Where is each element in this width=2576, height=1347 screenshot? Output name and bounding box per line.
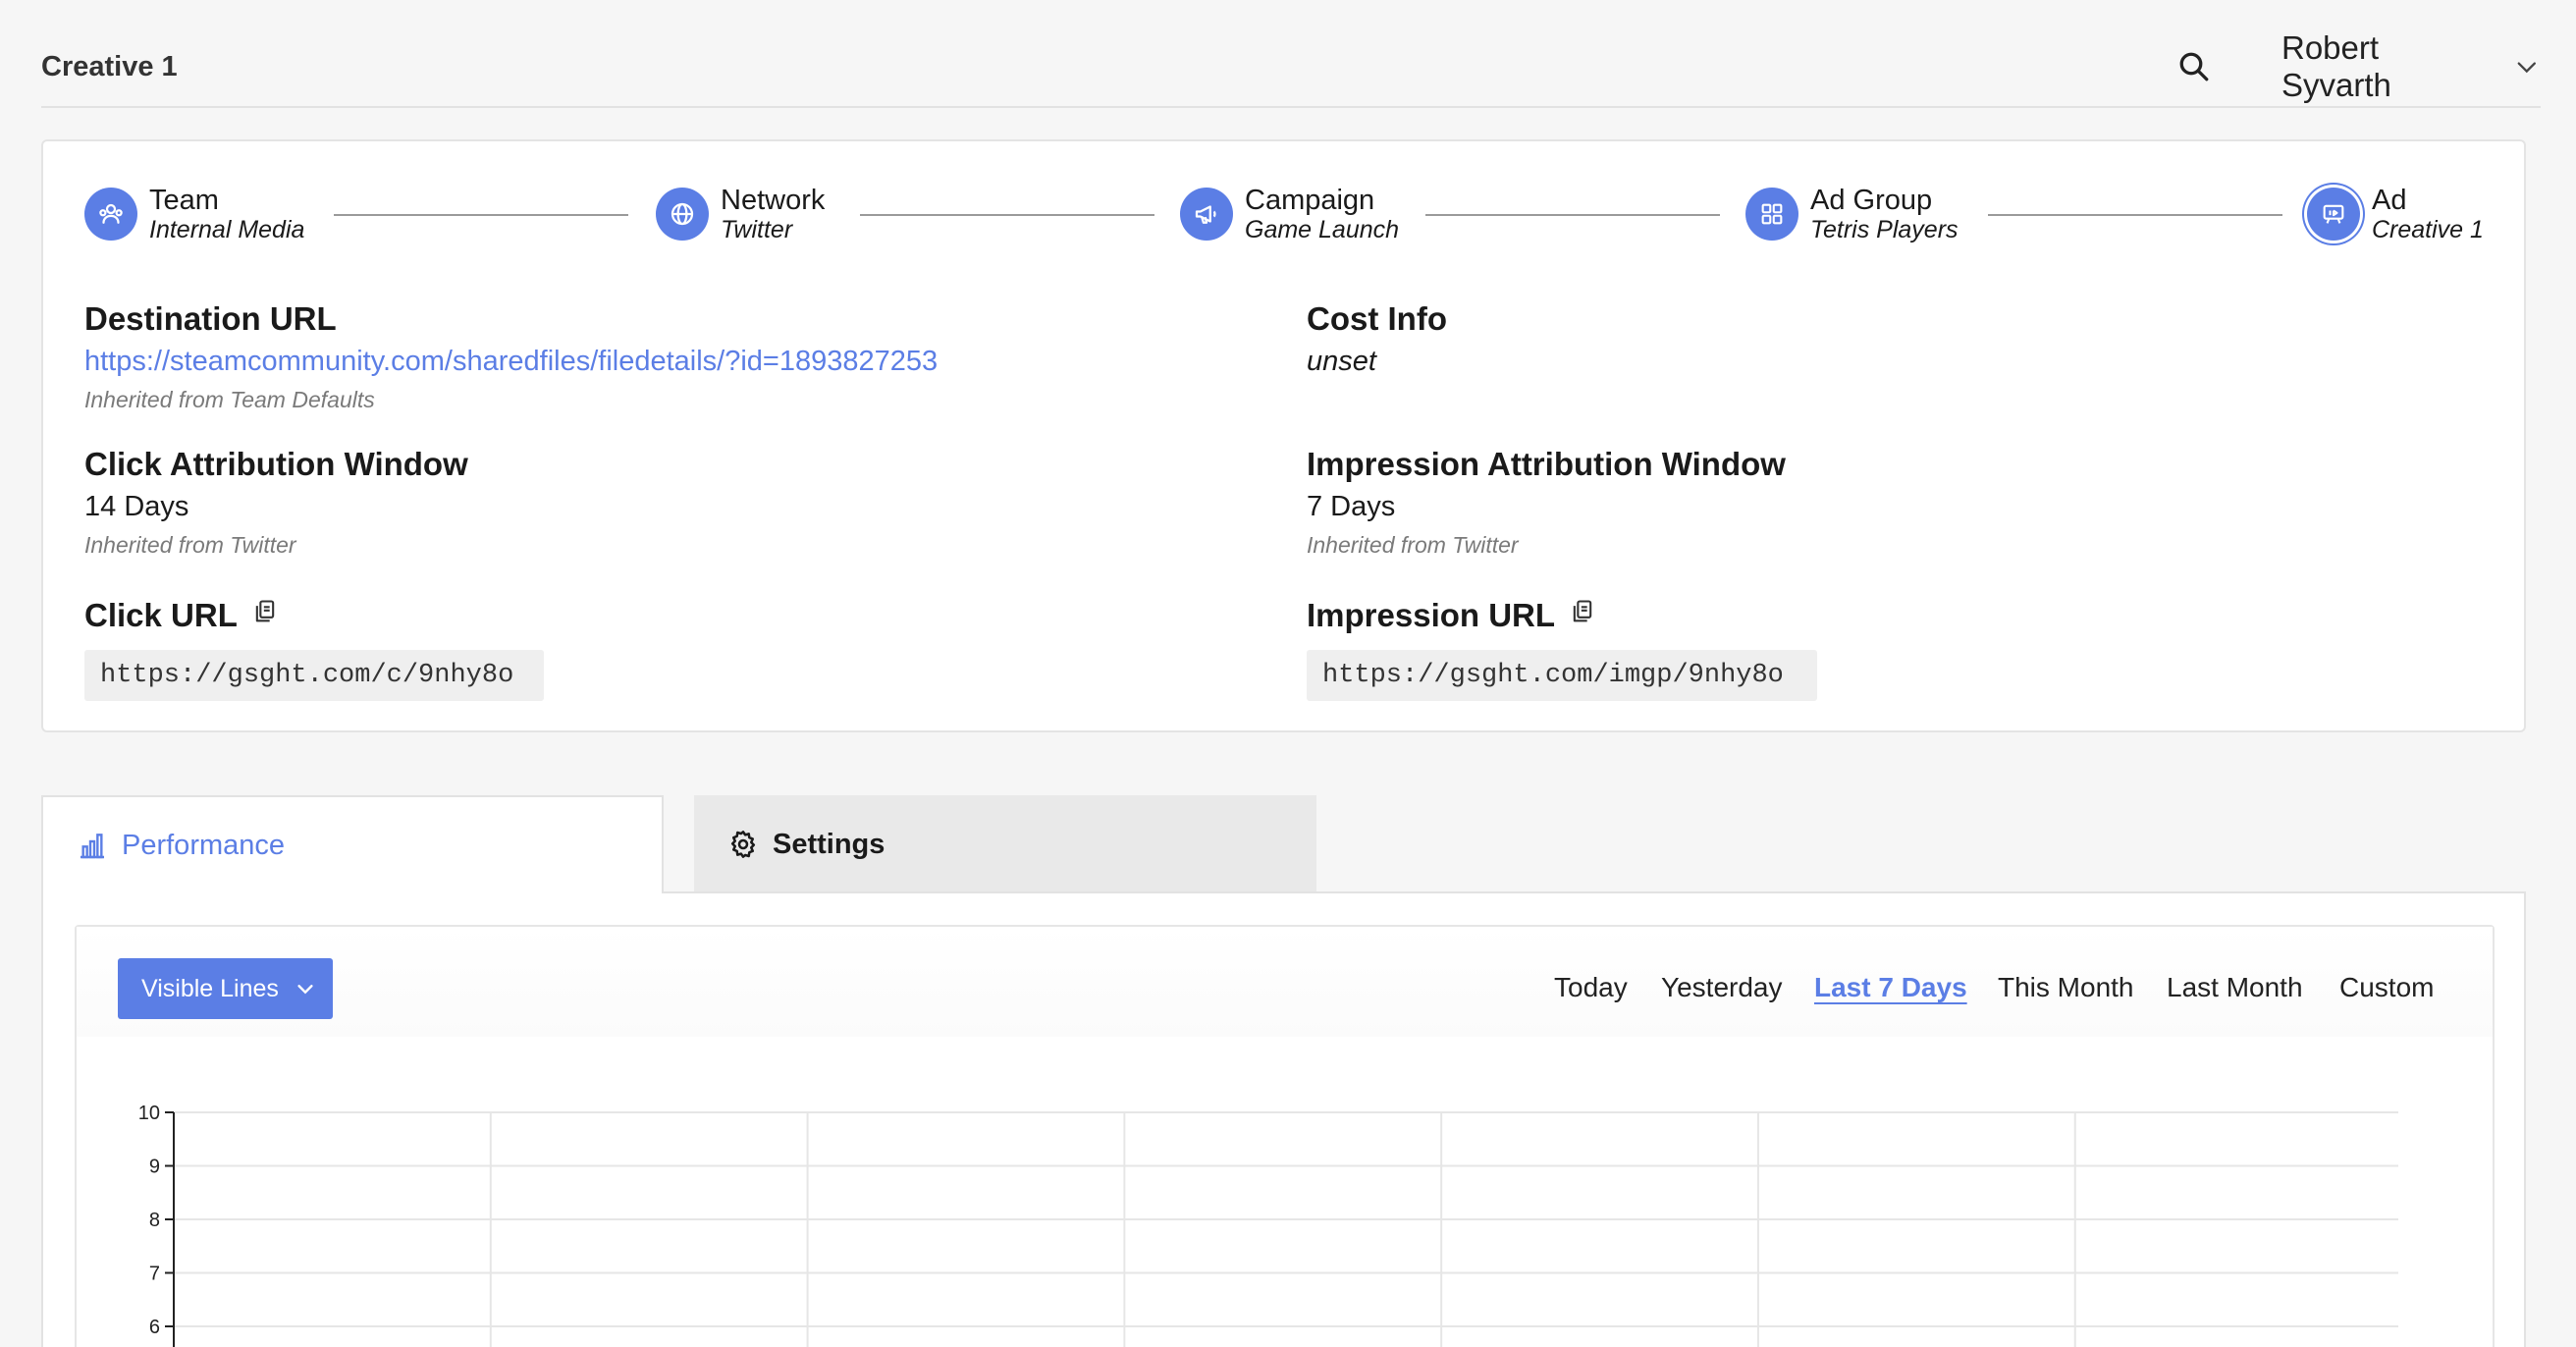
breadcrumb-label: Campaign bbox=[1245, 185, 1375, 216]
breadcrumb-connector bbox=[1988, 214, 2282, 216]
destination-url-title: Destination URL bbox=[84, 300, 337, 337]
search-icon bbox=[2179, 52, 2209, 81]
copy-click-url-button[interactable] bbox=[251, 597, 279, 626]
user-menu[interactable]: Robert Syvarth bbox=[2281, 29, 2541, 103]
globe-icon bbox=[656, 188, 709, 241]
breadcrumb-sub: Twitter bbox=[721, 216, 793, 243]
breadcrumb-connector bbox=[860, 214, 1154, 216]
breadcrumb-label: Team bbox=[149, 185, 219, 216]
y-tick-label: 8 bbox=[149, 1210, 160, 1231]
breadcrumb-label: Network bbox=[721, 185, 826, 216]
destination-url-link[interactable]: https://steamcommunity.com/sharedfiles/f… bbox=[84, 346, 938, 378]
y-tick-label: 10 bbox=[138, 1103, 160, 1124]
visible-lines-dropdown[interactable]: Visible Lines bbox=[118, 958, 333, 1019]
tab-performance[interactable]: Performance bbox=[41, 795, 664, 893]
breadcrumb-label: Ad Group bbox=[1810, 185, 1933, 216]
cost-info-title: Cost Info bbox=[1307, 300, 1447, 337]
ad-info-card: Team Internal Media Network Twitter Camp… bbox=[41, 139, 2526, 732]
tab-settings-label: Settings bbox=[773, 828, 886, 860]
gear-icon bbox=[730, 831, 756, 858]
range-this-month[interactable]: This Month bbox=[1998, 972, 2134, 1003]
click-window-note: Inherited from Twitter bbox=[84, 532, 296, 558]
click-url-title: Click URL bbox=[84, 597, 238, 633]
chevron-down-icon bbox=[2518, 62, 2537, 74]
search-button[interactable] bbox=[2176, 49, 2212, 84]
y-tick-label: 9 bbox=[149, 1157, 160, 1178]
ad-icon bbox=[2307, 188, 2360, 241]
destination-url-note: Inherited from Team Defaults bbox=[84, 387, 375, 412]
breadcrumb-label: Ad bbox=[2372, 185, 2407, 216]
range-yesterday[interactable]: Yesterday bbox=[1661, 972, 1783, 1003]
top-header: Creative 1 Robert Syvarth bbox=[41, 0, 2541, 108]
page-title: Creative 1 bbox=[41, 51, 178, 82]
breadcrumb-team[interactable]: Team Internal Media bbox=[84, 183, 304, 245]
range-last-month[interactable]: Last Month bbox=[2167, 972, 2303, 1003]
tab-settings[interactable]: Settings bbox=[694, 795, 1316, 893]
impression-window-title: Impression Attribution Window bbox=[1307, 446, 1786, 482]
impression-url-title: Impression URL bbox=[1307, 597, 1556, 633]
range-today[interactable]: Today bbox=[1554, 972, 1628, 1003]
impression-url-code[interactable]: https://gsght.com/imgp/9nhy8o bbox=[1307, 650, 1817, 701]
y-tick-label: 7 bbox=[149, 1264, 160, 1285]
breadcrumb-network[interactable]: Network Twitter bbox=[656, 183, 825, 245]
performance-card: Visible Lines Today Yesterday Last 7 Day… bbox=[75, 925, 2495, 1347]
user-name: Robert Syvarth bbox=[2281, 29, 2391, 103]
grid-icon bbox=[1745, 188, 1798, 241]
performance-toolbar: Visible Lines Today Yesterday Last 7 Day… bbox=[77, 927, 2493, 1037]
visible-lines-label: Visible Lines bbox=[141, 974, 279, 1002]
chevron-down-icon bbox=[297, 985, 313, 995]
bar-chart-icon bbox=[80, 834, 104, 859]
copy-icon bbox=[1573, 600, 1592, 622]
breadcrumb-sub: Game Launch bbox=[1245, 216, 1400, 243]
range-last-7-days[interactable]: Last 7 Days bbox=[1814, 972, 1967, 1003]
breadcrumb-connector bbox=[1425, 214, 1720, 216]
breadcrumb-campaign[interactable]: Campaign Game Launch bbox=[1180, 183, 1399, 245]
tab-performance-label: Performance bbox=[122, 829, 286, 861]
breadcrumb-sub: Tetris Players bbox=[1810, 216, 1959, 243]
team-icon bbox=[84, 188, 137, 241]
impression-window-note: Inherited from Twitter bbox=[1307, 532, 1519, 558]
click-url-code[interactable]: https://gsght.com/c/9nhy8o bbox=[84, 650, 544, 701]
cost-info-value: unset bbox=[1307, 346, 1376, 377]
copy-impression-url-button[interactable] bbox=[1569, 597, 1596, 626]
breadcrumb-connector bbox=[334, 214, 628, 216]
range-custom[interactable]: Custom bbox=[2339, 972, 2434, 1003]
breadcrumb-ad[interactable]: Ad Creative 1 bbox=[2307, 183, 2484, 245]
y-tick-label: 6 bbox=[149, 1317, 160, 1338]
breadcrumb-ad-group[interactable]: Ad Group Tetris Players bbox=[1745, 183, 1959, 245]
copy-icon bbox=[255, 600, 275, 622]
performance-panel: Visible Lines Today Yesterday Last 7 Day… bbox=[41, 891, 2526, 1347]
click-window-title: Click Attribution Window bbox=[84, 446, 468, 482]
breadcrumb-sub: Creative 1 bbox=[2372, 216, 2484, 243]
performance-chart: 10 9 8 7 6 bbox=[138, 1103, 2398, 1347]
breadcrumb-sub: Internal Media bbox=[149, 216, 305, 243]
impression-window-value: 7 Days bbox=[1307, 491, 1396, 522]
click-window-value: 14 Days bbox=[84, 491, 189, 522]
megaphone-icon bbox=[1180, 188, 1233, 241]
